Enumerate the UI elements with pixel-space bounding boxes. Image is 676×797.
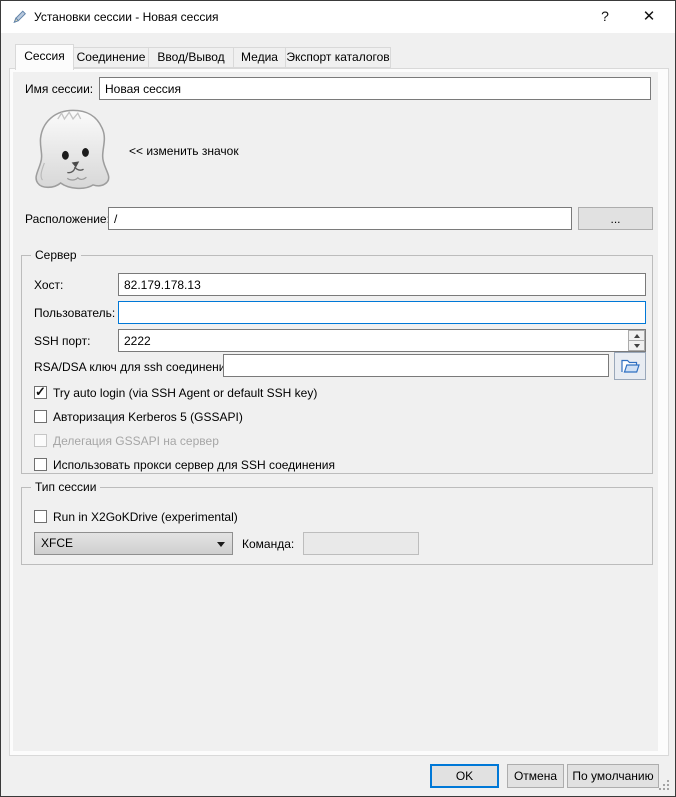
ssh-key-label: RSA/DSA ключ для ssh соединения:	[34, 360, 235, 375]
open-folder-icon	[620, 358, 640, 374]
user-label: Пользователь:	[34, 306, 115, 321]
checkbox-box	[34, 434, 47, 447]
session-seal-icon-button[interactable]	[31, 105, 117, 197]
ssh-port-spinner	[628, 330, 645, 351]
arrow-down-icon	[634, 344, 640, 348]
checkbox-label: Делегация GSSAPI на сервер	[53, 434, 219, 449]
checkbox-box	[34, 510, 47, 523]
location-browse-button[interactable]: ...	[578, 207, 653, 230]
combobox-selected-value: XFCE	[41, 536, 73, 550]
host-input[interactable]	[118, 273, 646, 296]
command-input	[303, 532, 419, 555]
resize-grip[interactable]	[658, 779, 670, 791]
location-label: Расположение:	[25, 212, 110, 227]
user-input[interactable]	[118, 301, 646, 324]
ssh-key-input[interactable]	[223, 354, 609, 377]
host-label: Хост:	[34, 278, 63, 293]
session-settings-dialog: Установки сессии - Новая сессия ? ✕ Сесс…	[0, 0, 676, 797]
spin-down-button[interactable]	[628, 341, 645, 351]
checkbox-label: Try auto login (via SSH Agent or default…	[53, 386, 317, 400]
cancel-button[interactable]: Отмена	[507, 764, 564, 788]
checkbox-label: Авторизация Kerberos 5 (GSSAPI)	[53, 410, 243, 424]
change-icon-hint: << изменить значок	[129, 144, 239, 159]
ssh-key-browse-button[interactable]	[614, 352, 646, 380]
checkbox-box	[34, 410, 47, 423]
session-name-input[interactable]	[99, 77, 651, 100]
arrow-up-icon	[634, 334, 640, 338]
checkbox-label: Run in X2GoKDrive (experimental)	[53, 510, 238, 524]
checkbox-label: Использовать прокси сервер для SSH соеди…	[53, 458, 335, 472]
session-type-combobox[interactable]: XFCE	[34, 532, 233, 555]
defaults-button[interactable]: По умолчанию	[567, 764, 659, 788]
ssh-port-input[interactable]	[118, 329, 646, 352]
ssh-port-label: SSH порт:	[34, 334, 90, 349]
session-type-group-title: Тип сессии	[31, 480, 100, 494]
server-group-title: Сервер	[31, 248, 81, 262]
session-name-label: Имя сессии:	[25, 82, 93, 97]
checkbox-box	[34, 458, 47, 471]
ok-button[interactable]: OK	[430, 764, 499, 788]
location-input[interactable]	[108, 207, 572, 230]
checkbox-box	[34, 386, 47, 399]
chevron-down-icon	[217, 542, 225, 547]
command-label: Команда:	[242, 537, 294, 552]
spin-up-button[interactable]	[628, 330, 645, 341]
